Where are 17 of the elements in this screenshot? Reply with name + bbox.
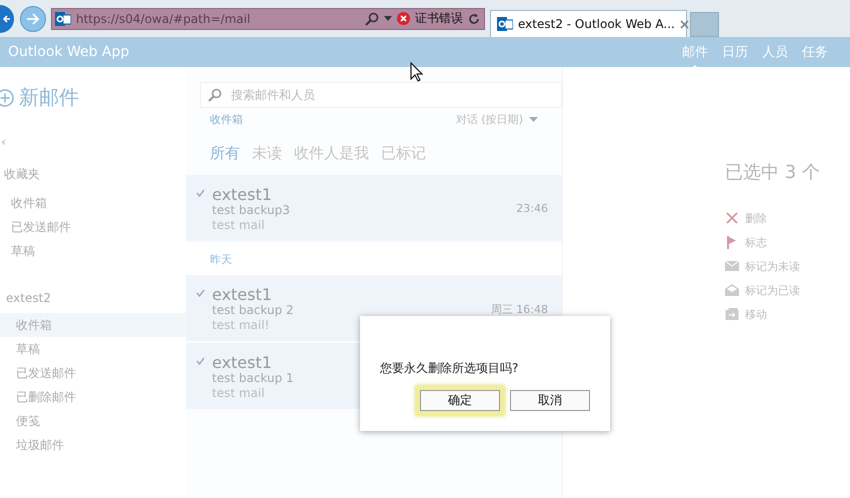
time-text: 23:46 [516, 202, 548, 215]
selection-count: 已选中 3 个 [725, 161, 820, 184]
sender-name: extest1 [212, 354, 272, 371]
sender-name: extest1 [212, 286, 272, 303]
date-header: 昨天 [210, 252, 232, 266]
tab-title: extest2 - Outlook Web A... [518, 17, 675, 31]
sender-name: extest1 [212, 186, 272, 203]
app-title: Outlook Web App [8, 44, 130, 60]
subject-text: test backup 1 [212, 371, 294, 386]
subject-text: test backup 2 [212, 303, 294, 318]
preview-text: test mail [212, 218, 265, 233]
time-text: 周三 16:48 [490, 302, 548, 317]
preview-text: test mail [212, 386, 265, 401]
preview-text: test mail! [212, 318, 270, 333]
subject-text: test backup3 [212, 203, 290, 218]
address-text: https://s04/owa/#path=/mail [76, 12, 250, 26]
dialog-message: 您要永久删除所选项目吗? [380, 360, 520, 377]
